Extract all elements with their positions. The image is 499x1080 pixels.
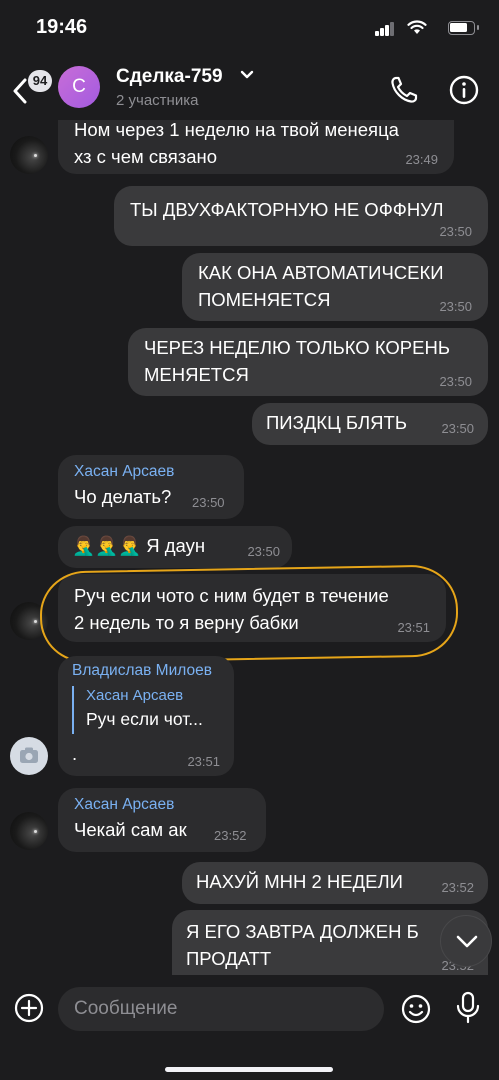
message-text: Чо делать? bbox=[74, 486, 172, 507]
message-text: ТЫ ДВУХФАКТОРНУЮ НЕ ОФФНУЛ bbox=[130, 199, 444, 220]
chevron-down-icon[interactable] bbox=[240, 70, 254, 80]
microphone-icon[interactable] bbox=[455, 991, 481, 1025]
composer bbox=[0, 975, 499, 1080]
message-text: Ном через 1 неделю на твой менеяца хз с … bbox=[74, 119, 399, 167]
status-time: 19:46 bbox=[36, 16, 88, 38]
reply-quote[interactable]: Хасан Арсаев Руч если чот... bbox=[72, 686, 222, 734]
chat-title[interactable]: Сделка-759 bbox=[116, 66, 223, 88]
message-outgoing[interactable]: ПИЗДКЦ БЛЯТЬ 23:50 bbox=[252, 403, 488, 445]
status-icons bbox=[365, 20, 479, 36]
message-input[interactable] bbox=[58, 987, 384, 1031]
message-incoming[interactable]: Руч если чото с ним будет в течение 2 не… bbox=[58, 574, 446, 642]
emoji-icon[interactable] bbox=[400, 993, 432, 1025]
phone-icon[interactable] bbox=[388, 74, 420, 106]
message-text: ЧЕРЕЗ НЕДЕЛЮ ТОЛЬКО КОРЕНЬ МЕНЯЕТСЯ bbox=[144, 337, 450, 385]
home-indicator bbox=[165, 1067, 333, 1072]
camera-icon bbox=[20, 747, 38, 763]
message-time: 23:49 bbox=[405, 152, 438, 167]
message-time: 23:50 bbox=[439, 374, 472, 389]
sender-name[interactable]: Владислав Милоев bbox=[72, 662, 212, 680]
message-outgoing[interactable]: КАК ОНА АВТОМАТИЧСЕКИ ПОМЕНЯЕТСЯ 23:50 bbox=[182, 253, 488, 321]
info-icon[interactable] bbox=[448, 74, 480, 106]
back-button[interactable]: 94 bbox=[8, 66, 52, 112]
message-time: 23:52 bbox=[214, 828, 247, 843]
message-time: 23:50 bbox=[439, 299, 472, 314]
sender-name[interactable]: Хасан Арсаев bbox=[74, 463, 174, 481]
chat-header: 94 С Сделка-759 2 участника bbox=[0, 60, 499, 120]
message-incoming[interactable]: Хасан Арсаев Чо делать? 23:50 bbox=[58, 455, 244, 519]
message-incoming[interactable]: Хасан Арсаев Чекай сам ак 23:52 bbox=[58, 788, 266, 852]
plus-icon[interactable] bbox=[14, 993, 44, 1023]
message-outgoing[interactable]: ЧЕРЕЗ НЕДЕЛЮ ТОЛЬКО КОРЕНЬ МЕНЯЕТСЯ 23:5… bbox=[128, 328, 488, 396]
chevron-down-icon bbox=[456, 935, 478, 948]
avatar[interactable] bbox=[10, 737, 48, 775]
reply-text: Руч если чот... bbox=[86, 709, 203, 729]
avatar[interactable] bbox=[10, 812, 48, 850]
message-outgoing[interactable]: НАХУЙ МНН 2 НЕДЕЛИ 23:52 bbox=[182, 862, 488, 904]
chat-subtitle: 2 участника bbox=[116, 92, 199, 109]
reply-sender: Хасан Арсаев bbox=[86, 687, 184, 704]
unread-badge: 94 bbox=[28, 70, 52, 92]
message-outgoing[interactable]: ТЫ ДВУХФАКТОРНУЮ НЕ ОФФНУЛ 23:50 bbox=[114, 186, 488, 246]
message-text: . bbox=[72, 743, 78, 764]
message-text: Руч если чото с ним будет в течение 2 не… bbox=[74, 585, 389, 633]
message-text: 🤦‍♂️🤦‍♂️🤦‍♂️ Я даун bbox=[72, 535, 206, 556]
sender-name[interactable]: Хасан Арсаев bbox=[74, 796, 174, 814]
message-incoming[interactable]: 🤦‍♂️🤦‍♂️🤦‍♂️ Я даун 23:50 bbox=[58, 526, 292, 568]
message-time: 23:51 bbox=[397, 620, 430, 635]
message-text: ПИЗДКЦ БЛЯТЬ bbox=[266, 412, 407, 433]
message-time: 23:50 bbox=[247, 544, 280, 559]
status-bar: 19:46 bbox=[0, 0, 499, 60]
avatar[interactable] bbox=[10, 136, 48, 174]
battery-icon bbox=[448, 21, 479, 35]
message-incoming[interactable]: Владислав Милоев Хасан Арсаев Руч если ч… bbox=[58, 656, 234, 776]
wifi-icon bbox=[407, 20, 427, 34]
message-text: НАХУЙ МНН 2 НЕДЕЛИ bbox=[196, 871, 403, 892]
message-text: Чекай сам ак bbox=[74, 819, 187, 840]
avatar[interactable] bbox=[10, 602, 48, 640]
message-text: КАК ОНА АВТОМАТИЧСЕКИ ПОМЕНЯЕТСЯ bbox=[198, 262, 444, 310]
chat-avatar[interactable]: С bbox=[58, 66, 100, 108]
message-time: 23:50 bbox=[439, 224, 472, 239]
message-time: 23:50 bbox=[441, 421, 474, 436]
message-time: 23:50 bbox=[192, 495, 225, 510]
message-time: 23:52 bbox=[441, 880, 474, 895]
chevron-left-icon bbox=[13, 78, 27, 104]
scroll-down-button[interactable] bbox=[440, 915, 492, 967]
message-text: Я ЕГО ЗАВТРА ДОЛЖЕН Б ПРОДАТТ bbox=[186, 921, 419, 969]
message-time: 23:51 bbox=[187, 754, 220, 769]
signal-icon bbox=[375, 22, 395, 36]
